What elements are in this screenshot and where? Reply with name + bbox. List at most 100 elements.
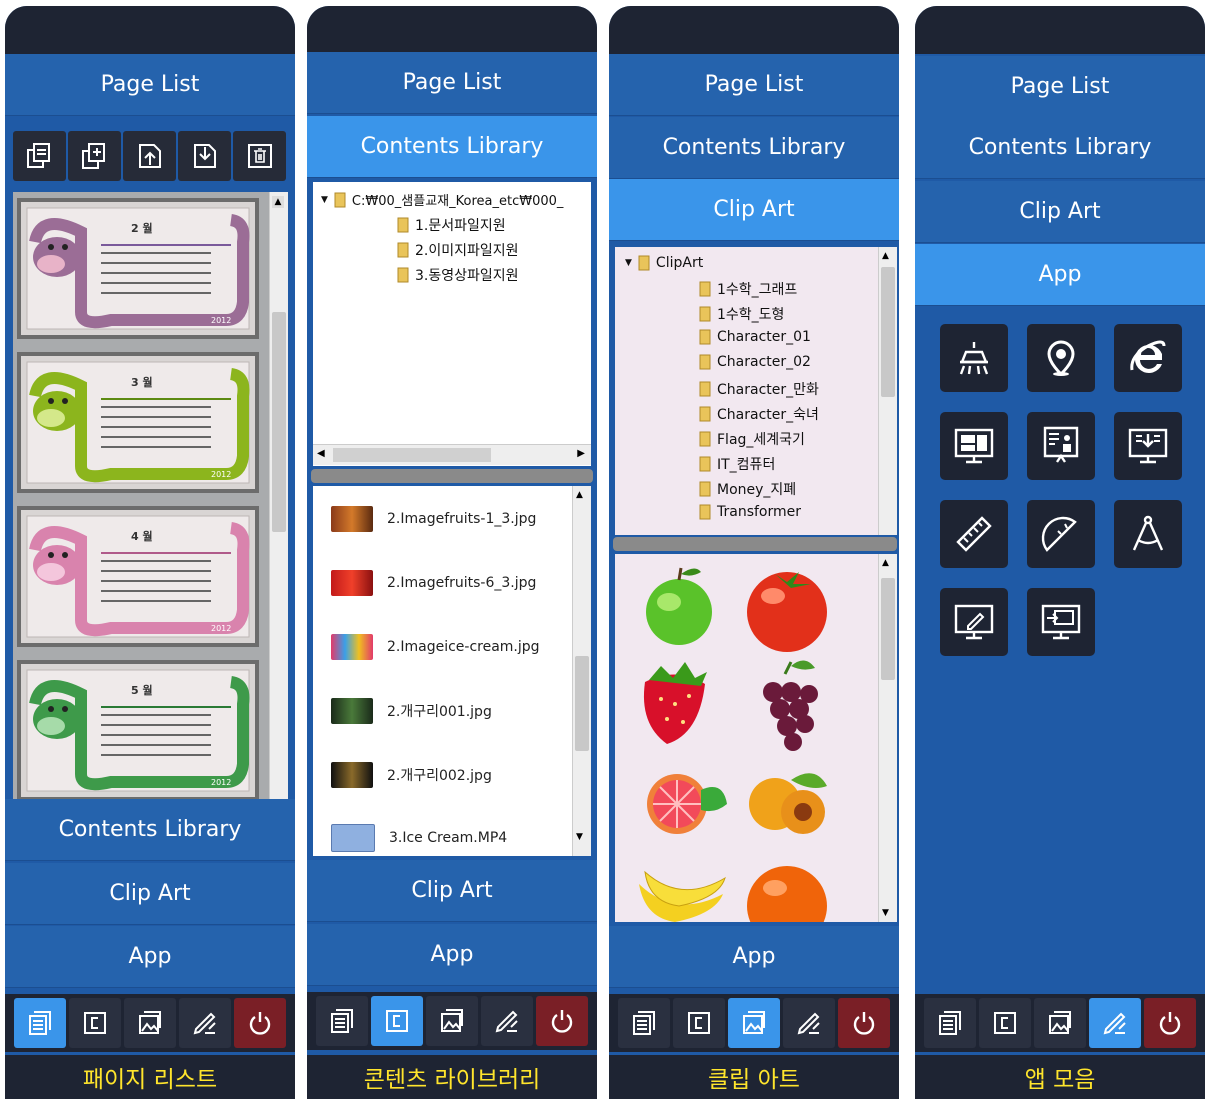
- clip-art-tab-button[interactable]: [426, 996, 478, 1046]
- tree-root[interactable]: ▼ ClipArt: [625, 255, 703, 271]
- page-list-tab-button[interactable]: [14, 998, 66, 1048]
- accordion-app[interactable]: App: [307, 924, 597, 986]
- accordion-page-list[interactable]: Page List: [609, 54, 899, 116]
- thumbnail-scrollbar[interactable]: ▲: [269, 192, 288, 799]
- tree-item[interactable]: Character_숙녀: [699, 404, 819, 424]
- page-list-tab-button[interactable]: [618, 998, 670, 1048]
- tree-item[interactable]: Transformer: [699, 504, 801, 520]
- contents-library-tab-button[interactable]: [979, 998, 1031, 1048]
- clip-art-tab-button[interactable]: [1034, 998, 1086, 1048]
- screen-layout-app-button[interactable]: [940, 412, 1008, 480]
- file-row[interactable]: 2.Imagefruits-1_3.jpg: [331, 506, 536, 532]
- app-tab-button[interactable]: [1089, 998, 1141, 1048]
- accordion-page-list[interactable]: Page List: [5, 54, 295, 116]
- accordion-contents-library[interactable]: Contents Library: [307, 116, 597, 178]
- duplicate-page-button[interactable]: [68, 131, 121, 181]
- page-thumbnail[interactable]: 3 월 2012: [17, 352, 259, 493]
- clip-art-tab-button[interactable]: [728, 998, 780, 1048]
- scroll-thumb[interactable]: [333, 448, 491, 462]
- delete-page-button[interactable]: [233, 131, 286, 181]
- file-row[interactable]: 2.개구리001.jpg: [331, 698, 492, 724]
- contents-library-tab-button[interactable]: [371, 996, 423, 1046]
- accordion-contents-library[interactable]: Contents Library: [915, 117, 1205, 179]
- tree-item[interactable]: Flag_세계국기: [699, 429, 805, 449]
- file-row[interactable]: 2.Imagefruits-6_3.jpg: [331, 570, 536, 596]
- clipart-scrollbar[interactable]: ▲ ▼: [878, 554, 897, 922]
- tree-item[interactable]: 1수학_그래프: [699, 279, 797, 299]
- copy-page-button[interactable]: [13, 131, 66, 181]
- tree-item[interactable]: IT_컴퓨터: [699, 454, 775, 474]
- contents-library-tab-button[interactable]: [673, 998, 725, 1048]
- export-page-button[interactable]: [178, 131, 231, 181]
- scroll-down-arrow-icon[interactable]: ▼: [882, 908, 889, 918]
- ruler-app-button[interactable]: [940, 500, 1008, 568]
- app-tab-button[interactable]: [179, 998, 231, 1048]
- power-button[interactable]: [1144, 998, 1196, 1048]
- scroll-up-arrow-icon[interactable]: ▲: [576, 490, 583, 500]
- presenter-board-app-button[interactable]: [1027, 412, 1095, 480]
- scroll-thumb[interactable]: [272, 312, 286, 532]
- scroll-up-arrow-icon[interactable]: ▲: [272, 196, 284, 208]
- accordion-clip-art[interactable]: Clip Art: [5, 863, 295, 925]
- accordion-app[interactable]: App: [5, 926, 295, 988]
- page-list-tab-button[interactable]: [316, 996, 368, 1046]
- tree-item[interactable]: 1수학_도형: [699, 304, 784, 324]
- accordion-clip-art[interactable]: Clip Art: [307, 860, 597, 922]
- app-tab-button[interactable]: [481, 996, 533, 1046]
- page-list-tab-button[interactable]: [924, 998, 976, 1048]
- screen-share-app-button[interactable]: [1027, 588, 1095, 656]
- accordion-contents-library[interactable]: Contents Library: [609, 117, 899, 179]
- power-button[interactable]: [838, 998, 890, 1048]
- page-thumbnail[interactable]: 4 월 2012: [17, 506, 259, 647]
- scroll-up-arrow-icon[interactable]: ▲: [882, 251, 889, 261]
- spotlight-app-button[interactable]: [940, 324, 1008, 392]
- accordion-app[interactable]: App: [609, 926, 899, 988]
- scroll-up-arrow-icon[interactable]: ▲: [882, 558, 889, 568]
- screen-draw-app-button[interactable]: [940, 588, 1008, 656]
- tree-root[interactable]: ▼ C:₩00_샘플교재_Korea_etc₩000_: [321, 190, 563, 209]
- tree-item[interactable]: 3.동영상파일지원: [397, 265, 519, 285]
- pane-splitter[interactable]: [311, 469, 593, 483]
- power-button[interactable]: [234, 998, 286, 1048]
- tree-horizontal-scrollbar[interactable]: ◀ ▶: [313, 444, 591, 465]
- page-thumbnail[interactable]: 2 월 2012: [17, 198, 259, 339]
- page-thumbnail[interactable]: 5 월 2012: [17, 660, 259, 801]
- tree-item[interactable]: Character_02: [699, 354, 811, 370]
- tree-item[interactable]: Character_01: [699, 329, 811, 345]
- import-page-button[interactable]: [123, 131, 176, 181]
- tree-scrollbar[interactable]: ▲: [878, 247, 897, 535]
- accordion-app[interactable]: App: [915, 244, 1205, 306]
- accordion-page-list[interactable]: Page List: [915, 56, 1205, 118]
- screen-download-app-button[interactable]: [1114, 412, 1182, 480]
- expand-arrow-icon[interactable]: ▼: [625, 258, 632, 268]
- file-row[interactable]: 3.Ice Cream.MP4: [331, 824, 507, 852]
- protractor-app-button[interactable]: [1027, 500, 1095, 568]
- scroll-down-arrow-icon[interactable]: ▼: [576, 832, 583, 842]
- tree-item[interactable]: 1.문서파일지원: [397, 215, 506, 235]
- scroll-right-arrow-icon[interactable]: ▶: [577, 448, 585, 459]
- scroll-left-arrow-icon[interactable]: ◀: [317, 448, 325, 459]
- tree-item[interactable]: Money_지폐: [699, 479, 796, 499]
- file-row[interactable]: 2.개구리002.jpg: [331, 762, 492, 788]
- expand-arrow-icon[interactable]: ▼: [321, 195, 328, 205]
- contents-library-tab-button[interactable]: [69, 998, 121, 1048]
- contents-library-panel: Page List Contents Library ▼ C:₩00_샘플교재_…: [307, 6, 597, 1099]
- app-tab-button[interactable]: [783, 998, 835, 1048]
- power-button[interactable]: [536, 996, 588, 1046]
- pane-splitter[interactable]: [613, 537, 897, 551]
- file-list-scrollbar[interactable]: ▲ ▼: [572, 486, 591, 856]
- tree-item[interactable]: Character_만화: [699, 379, 819, 399]
- accordion-page-list[interactable]: Page List: [307, 52, 597, 114]
- accordion-clip-art[interactable]: Clip Art: [915, 181, 1205, 243]
- clip-art-tab-button[interactable]: [124, 998, 176, 1048]
- tree-item[interactable]: 2.이미지파일지원: [397, 240, 519, 260]
- location-app-button[interactable]: [1027, 324, 1095, 392]
- file-row[interactable]: 2.Imageice-cream.jpg: [331, 634, 540, 660]
- accordion-clip-art[interactable]: Clip Art: [609, 179, 899, 241]
- accordion-contents-library[interactable]: Contents Library: [5, 799, 295, 861]
- browser-app-button[interactable]: [1114, 324, 1182, 392]
- scroll-thumb[interactable]: [881, 267, 895, 397]
- compass-app-button[interactable]: [1114, 500, 1182, 568]
- scroll-thumb[interactable]: [881, 578, 895, 680]
- scroll-thumb[interactable]: [575, 656, 589, 751]
